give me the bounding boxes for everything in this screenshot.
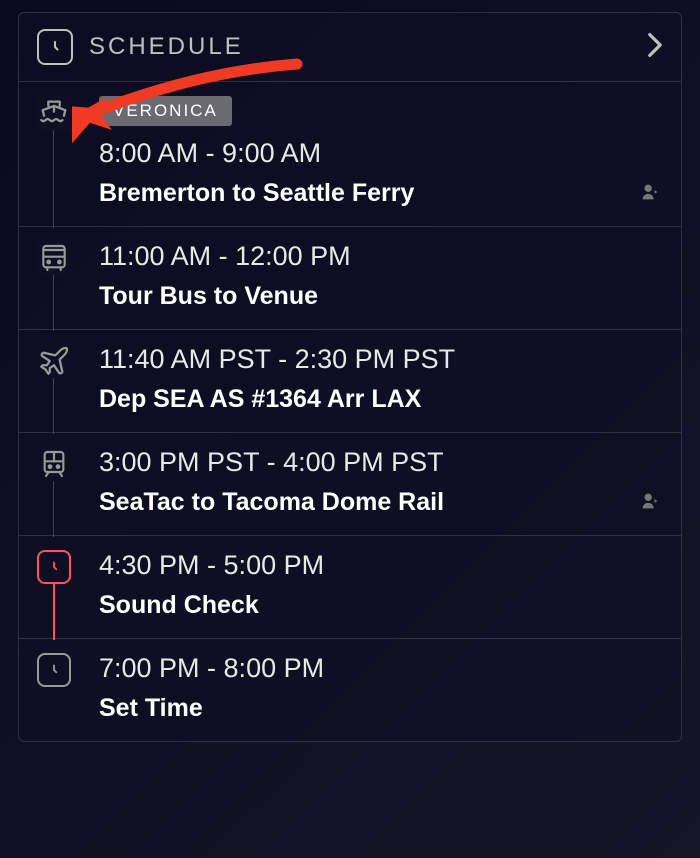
item-time: 3:00 PM PST - 4:00 PM PST <box>99 447 663 478</box>
item-time: 8:00 AM - 9:00 AM <box>99 138 663 169</box>
schedule-item-bus[interactable]: 11:00 AM - 12:00 PM Tour Bus to Venue <box>19 227 681 330</box>
clock-icon <box>37 550 71 584</box>
item-time: 11:00 AM - 12:00 PM <box>99 241 663 272</box>
clock-icon <box>37 29 73 65</box>
item-title: Dep SEA AS #1364 Arr LAX <box>99 385 663 414</box>
item-title: SeaTac to Tacoma Dome Rail <box>99 488 663 517</box>
item-title: Sound Check <box>99 591 663 620</box>
bus-icon <box>37 241 71 275</box>
schedule-item-flight[interactable]: 11:40 AM PST - 2:30 PM PST Dep SEA AS #1… <box>19 330 681 433</box>
item-title: Bremerton to Seattle Ferry <box>99 179 663 208</box>
item-time: 4:30 PM - 5:00 PM <box>99 550 663 581</box>
panel-title: SCHEDULE <box>89 33 244 61</box>
ship-icon <box>37 96 71 130</box>
train-icon <box>37 447 71 481</box>
schedule-header[interactable]: SCHEDULE <box>19 13 681 82</box>
item-time: 7:00 PM - 8:00 PM <box>99 653 663 684</box>
person-icon <box>639 490 661 517</box>
assignee-badge: VERONICA <box>99 96 232 126</box>
schedule-item-settime[interactable]: 7:00 PM - 8:00 PM Set Time <box>19 639 681 741</box>
chevron-right-icon[interactable] <box>647 32 663 63</box>
schedule-item-ferry[interactable]: VERONICA 8:00 AM - 9:00 AM Bremerton to … <box>19 82 681 227</box>
schedule-item-rail[interactable]: 3:00 PM PST - 4:00 PM PST SeaTac to Taco… <box>19 433 681 536</box>
schedule-panel: SCHEDULE VERONICA 8:00 AM - 9:00 AM Brem… <box>18 12 682 742</box>
plane-icon <box>37 344 71 378</box>
schedule-item-soundcheck[interactable]: 4:30 PM - 5:00 PM Sound Check <box>19 536 681 639</box>
clock-icon <box>37 653 71 687</box>
item-title: Tour Bus to Venue <box>99 282 663 311</box>
item-title: Set Time <box>99 694 663 723</box>
person-icon <box>639 181 661 208</box>
item-time: 11:40 AM PST - 2:30 PM PST <box>99 344 663 375</box>
